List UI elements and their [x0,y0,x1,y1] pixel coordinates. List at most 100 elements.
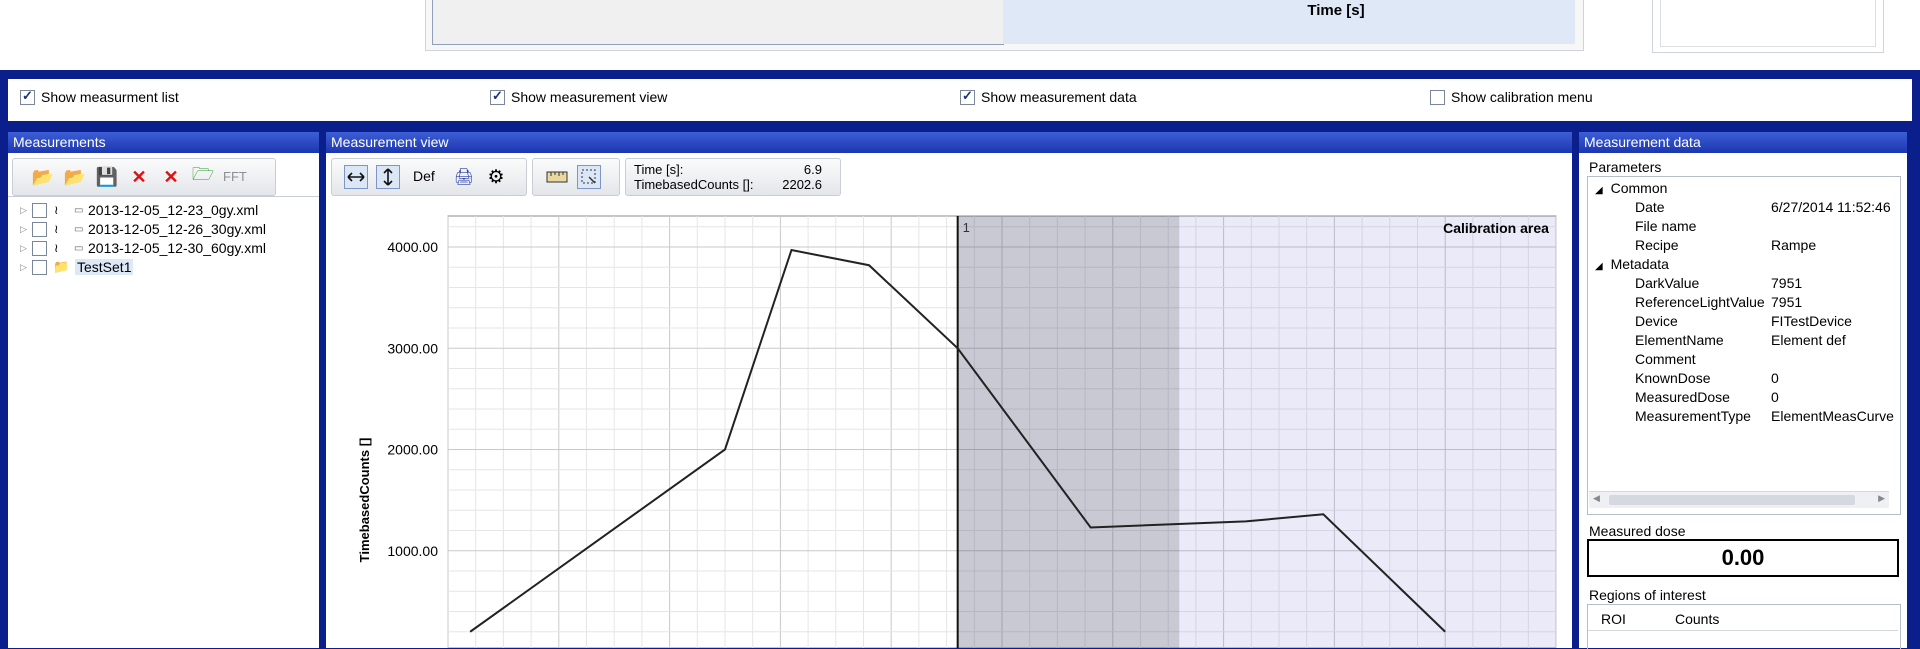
view-options-bar: Show measurment list Show measurement vi… [8,79,1912,121]
print-icon[interactable]: 🖨 [452,165,476,189]
ruler-icon[interactable] [545,165,569,189]
measurement-view-panel: Measurement view Def 🖨 ⚙ Time [s]: 6.9 T… [326,132,1572,648]
expand-arrow-icon[interactable]: ▷ [20,243,32,254]
property-value[interactable]: Rampe [1771,237,1816,253]
tree-item-file[interactable]: ▷ ≀ ▭ 2013-12-05_12-23_0gy.xml [20,201,258,219]
open-file-icon[interactable]: 📂 [63,165,87,189]
property-value[interactable]: ElementMeasCurve [1771,408,1894,424]
measurement-data-panel: Measurement data Parameters ◢ Common Dat… [1579,132,1907,649]
chart-y-ticks: 4000.00 3000.00 2000.00 1000.00 [387,239,438,559]
y-tick-label: 4000.00 [387,239,438,255]
add-folder-icon[interactable]: 🗁 [191,164,215,189]
property-name: ElementName [1635,332,1724,348]
property-value[interactable]: 0 [1771,389,1779,405]
property-name: MeasuredDose [1635,389,1730,405]
measured-dose-label: Measured dose [1589,523,1686,539]
waveform-icon: ≀ [54,222,59,236]
marker-label: 1 [963,220,970,235]
tree-item-file[interactable]: ▷ ≀ ▭ 2013-12-05_12-26_30gy.xml [20,220,266,238]
select-region-icon[interactable] [577,165,601,189]
measurements-panel-title: Measurements [8,132,319,153]
group-label: Common [1610,180,1668,196]
property-name: Recipe [1635,237,1679,253]
expand-arrow-icon[interactable]: ▷ [20,224,32,235]
waveform-icon: ≀ [54,241,59,255]
roi-label: Regions of interest [1589,587,1706,603]
property-value[interactable]: 7951 [1771,275,1802,291]
device-icon: ▭ [74,223,84,235]
measurements-panel: Measurements 📂 📂 💾 ✕ ✕ 🗁 FFT ▷ ≀ ▭ 2013-… [8,132,319,648]
property-value[interactable]: Element def [1771,332,1846,348]
tree-item-checkbox[interactable] [32,202,47,218]
cursor-readout: Time [s]: 6.9 TimebasedCounts []: 2202.6 [625,158,841,196]
roi-column-header[interactable]: ROI [1601,611,1626,627]
group-common[interactable]: ◢ Common [1595,180,1667,196]
show-calibration-menu-checkbox[interactable]: Show calibration menu [1430,89,1593,105]
collapse-arrow-icon[interactable]: ◢ [1595,185,1603,196]
checkbox-unchecked[interactable] [1430,89,1445,105]
property-value[interactable]: 0 [1771,370,1779,386]
tree-item-label: 2013-12-05_12-23_0gy.xml [88,202,259,218]
expand-arrow-icon[interactable]: ▷ [20,262,32,273]
remove-one-icon[interactable]: ✕ [127,165,151,189]
tree-item-file[interactable]: ▷ ≀ ▭ 2013-12-05_12-30_60gy.xml [20,239,266,257]
scroll-left-icon[interactable]: ◀ [1593,493,1600,504]
y-tick-label: 2000.00 [387,442,438,458]
open-folder-icon[interactable]: 📂 [31,165,55,189]
scrollbar-thumb[interactable] [1609,495,1855,505]
device-icon: ▭ [74,204,84,216]
fft-button[interactable]: FFT [223,169,247,184]
collapse-arrow-icon[interactable]: ◢ [1595,261,1603,272]
property-name: KnownDose [1635,370,1711,386]
time-readout-value: 6.9 [803,162,822,177]
parameters-label: Parameters [1589,159,1662,175]
top-chart-xlabel: Time [s] [1307,2,1365,19]
tree-item-set[interactable]: ▷ 📁 TestSet1 [20,258,134,276]
tree-item-label: 2013-12-05_12-30_60gy.xml [88,240,266,256]
view-toolbar-zoom: Def 🖨 ⚙ [331,158,527,196]
tree-item-checkbox[interactable] [32,259,47,275]
scroll-right-icon[interactable]: ▶ [1878,493,1885,504]
property-name: Date [1635,199,1665,215]
roi-table [1587,604,1901,649]
property-value[interactable]: FITestDevice [1771,313,1852,329]
tree-item-label: TestSet1 [75,259,134,275]
property-name: DarkValue [1635,275,1700,291]
chart-regions: Calibration area 1 [956,216,1556,648]
property-name: ReferenceLightValue [1635,294,1765,310]
view-toolbar-tools [532,158,620,196]
checkbox-checked[interactable] [490,88,505,105]
tree-item-checkbox[interactable] [32,221,47,237]
folder-icon: 📁 [53,259,70,274]
checkbox-checked[interactable] [960,88,975,105]
checkbox-label: Show measurement data [981,89,1137,105]
chart-region [957,216,1180,648]
vertical-zoom-icon[interactable] [376,165,400,189]
measured-dose-value: 0.00 [1587,539,1899,577]
roi-header-divider [1588,630,1898,631]
time-readout-label: Time [s]: [634,162,684,177]
property-value[interactable]: 6/27/2014 11:52:46 [1771,199,1891,215]
expand-arrow-icon[interactable]: ▷ [20,205,32,216]
horizontal-scrollbar[interactable]: ◀ ▶ [1589,491,1889,508]
measurements-toolbar: 📂 📂 💾 ✕ ✕ 🗁 FFT [12,158,276,196]
show-measurement-list-checkbox[interactable]: Show measurment list [20,88,179,105]
tree-item-checkbox[interactable] [32,240,47,256]
save-icon[interactable]: 💾 [95,165,119,189]
checkbox-label: Show calibration menu [1451,89,1593,105]
show-measurement-data-checkbox[interactable]: Show measurement data [960,88,1137,105]
counts-readout-label: TimebasedCounts []: [634,177,754,192]
y-tick-label: 3000.00 [387,340,438,356]
property-value[interactable]: 7951 [1771,294,1802,310]
measurement-chart[interactable]: Calibration area 1 4000.00 3000.00 2000.00 1… [326,196,1572,648]
group-metadata[interactable]: ◢ Metadata [1595,256,1669,272]
counts-column-header[interactable]: Counts [1675,611,1719,627]
gear-icon[interactable]: ⚙ [484,165,508,189]
checkbox-checked[interactable] [20,88,35,105]
default-zoom-button[interactable]: Def [413,168,435,184]
tree-item-label: 2013-12-05_12-26_30gy.xml [88,221,266,237]
remove-all-icon[interactable]: ✕ [159,165,183,189]
chart-y-axis-label: TimebasedCounts [] [357,438,372,563]
horizontal-zoom-icon[interactable] [344,165,368,189]
show-measurement-view-checkbox[interactable]: Show measurement view [490,88,667,105]
